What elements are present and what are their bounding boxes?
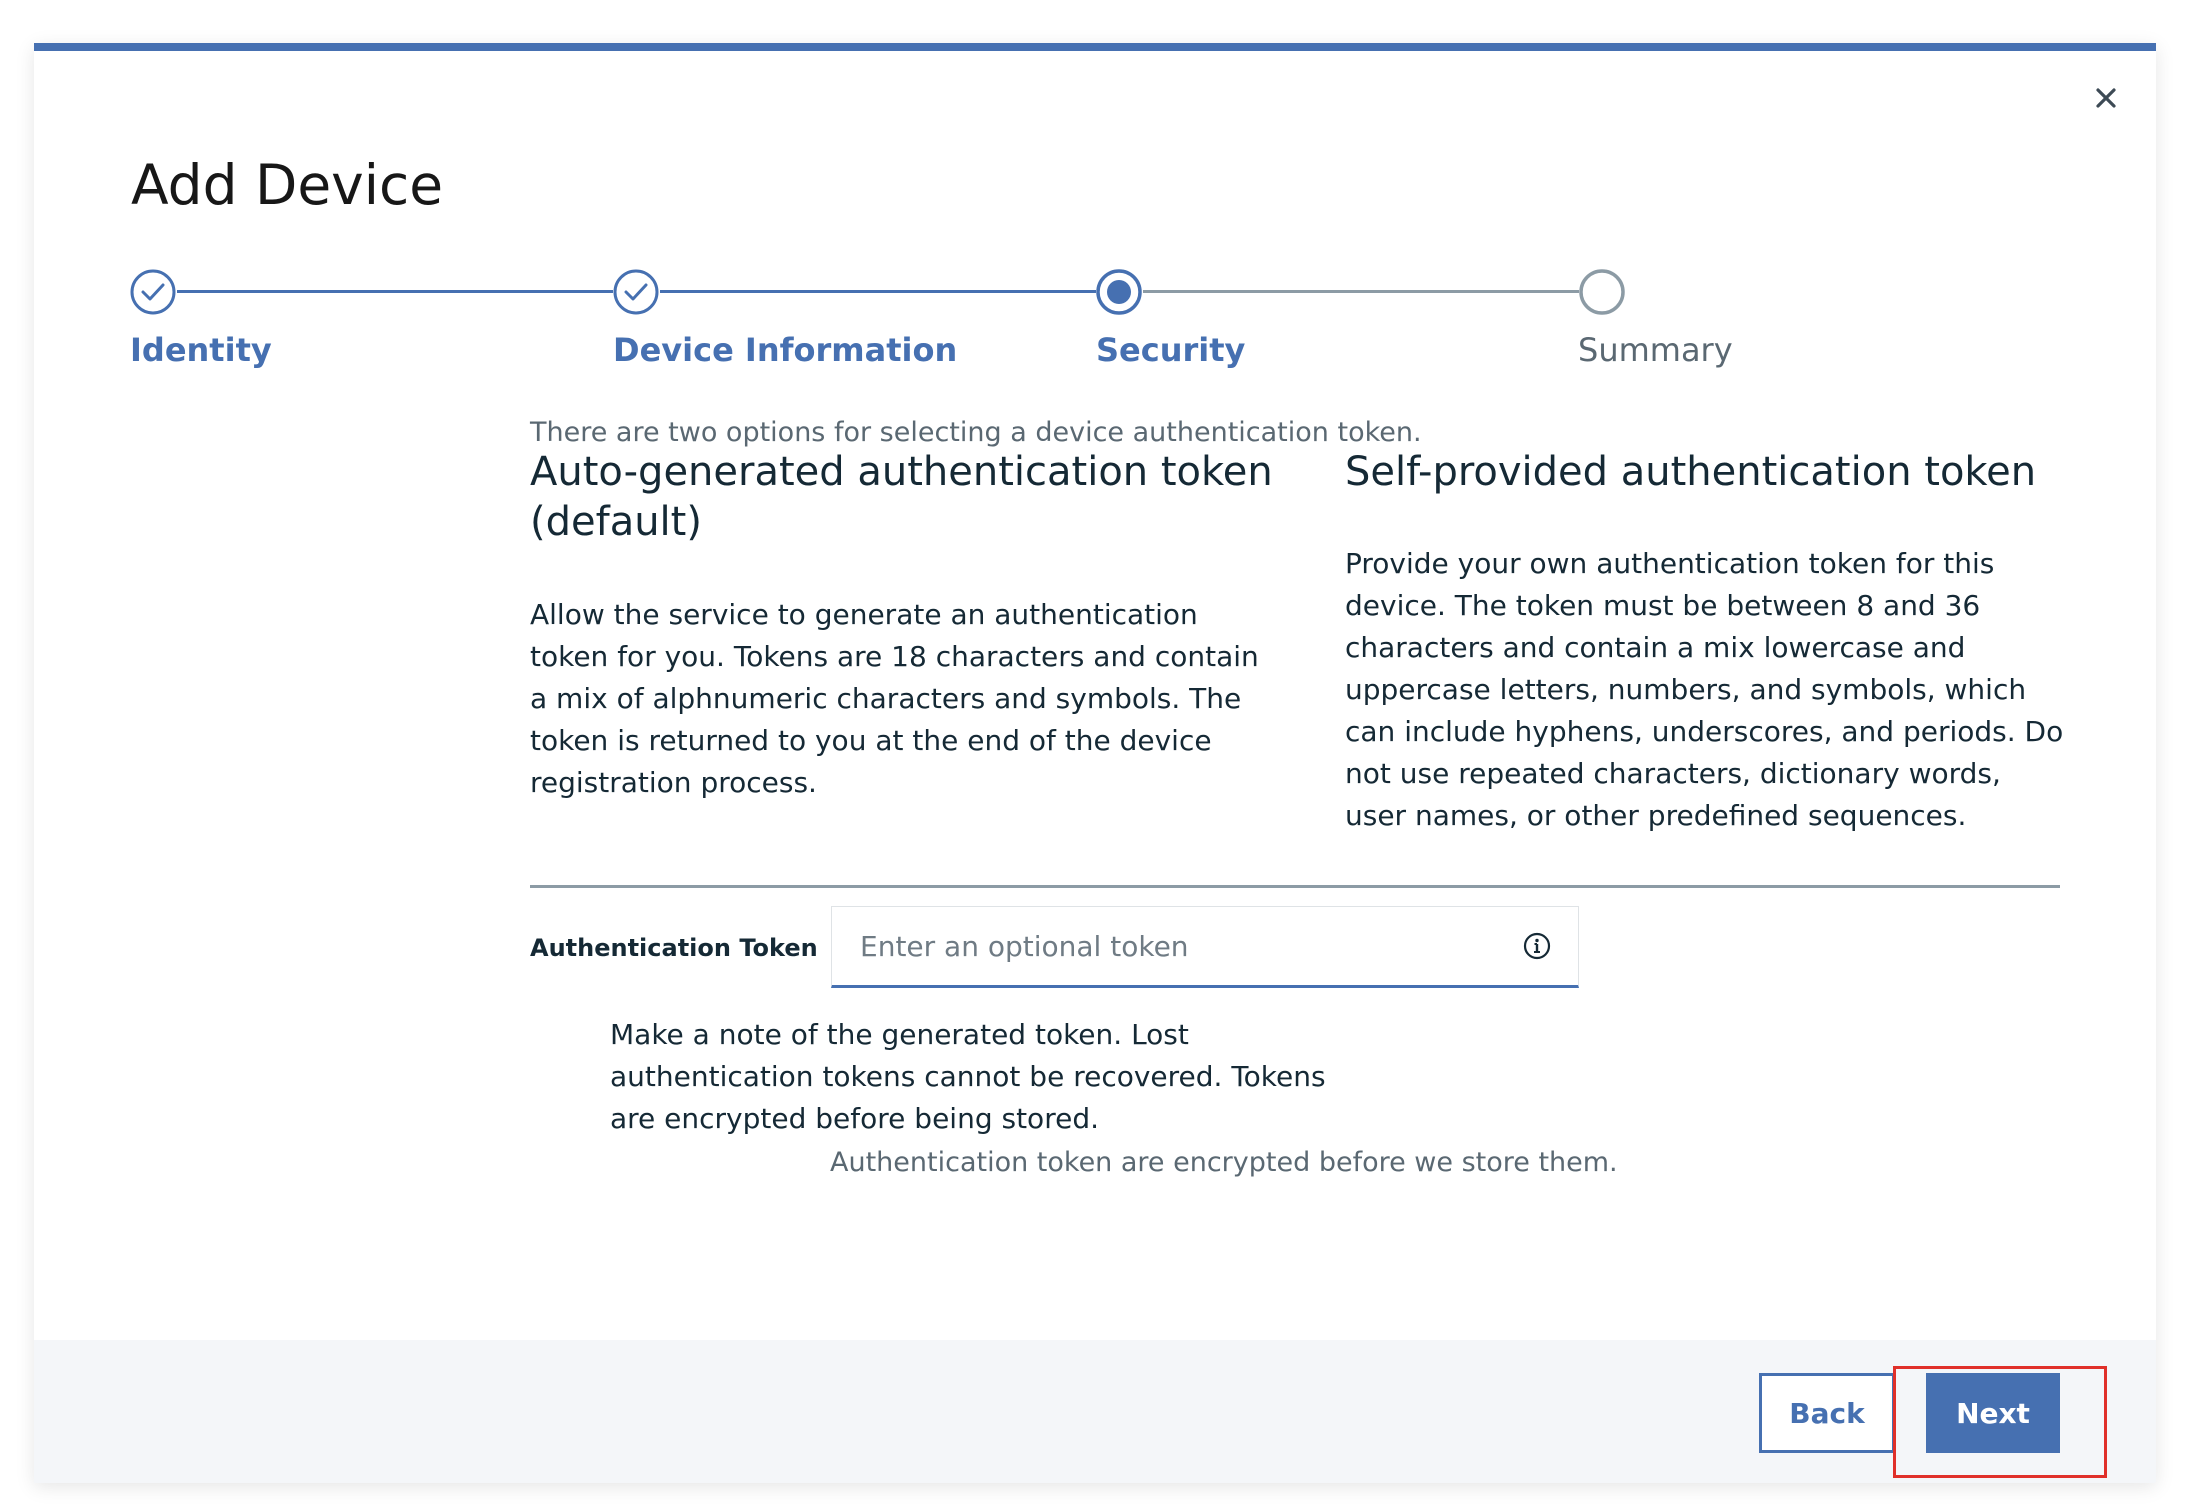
auth-token-field xyxy=(831,906,1579,988)
step-label: Device Information xyxy=(613,331,958,369)
auth-token-label: Authentication Token xyxy=(530,934,818,962)
auto-token-heading: Auto-generated authentication token (def… xyxy=(530,449,1273,545)
next-button[interactable]: Next xyxy=(1926,1373,2060,1453)
current-step-icon xyxy=(1095,268,1143,316)
self-token-heading: Self-provided authentication token xyxy=(1345,449,2037,495)
incomplete-step-icon xyxy=(1578,268,1626,316)
step-label: Summary xyxy=(1578,331,1733,369)
info-icon[interactable] xyxy=(1522,931,1552,961)
divider xyxy=(530,885,2060,888)
auth-token-input[interactable] xyxy=(832,907,1512,985)
dialog-title: Add Device xyxy=(131,153,444,217)
close-icon[interactable] xyxy=(2086,78,2126,118)
step-label: Identity xyxy=(130,331,272,369)
back-button[interactable]: Back xyxy=(1759,1373,1895,1453)
self-token-description: Provide your own authentication token fo… xyxy=(1345,547,2064,832)
token-note: Make a note of the generated token. Lost… xyxy=(610,1018,1326,1135)
auto-token-description: Allow the service to generate an authent… xyxy=(530,598,1259,799)
checkmark-icon xyxy=(129,268,177,316)
step-label: Security xyxy=(1096,331,1246,369)
helper-text: Authentication token are encrypted befor… xyxy=(830,1147,1618,1178)
checkmark-icon xyxy=(612,268,660,316)
